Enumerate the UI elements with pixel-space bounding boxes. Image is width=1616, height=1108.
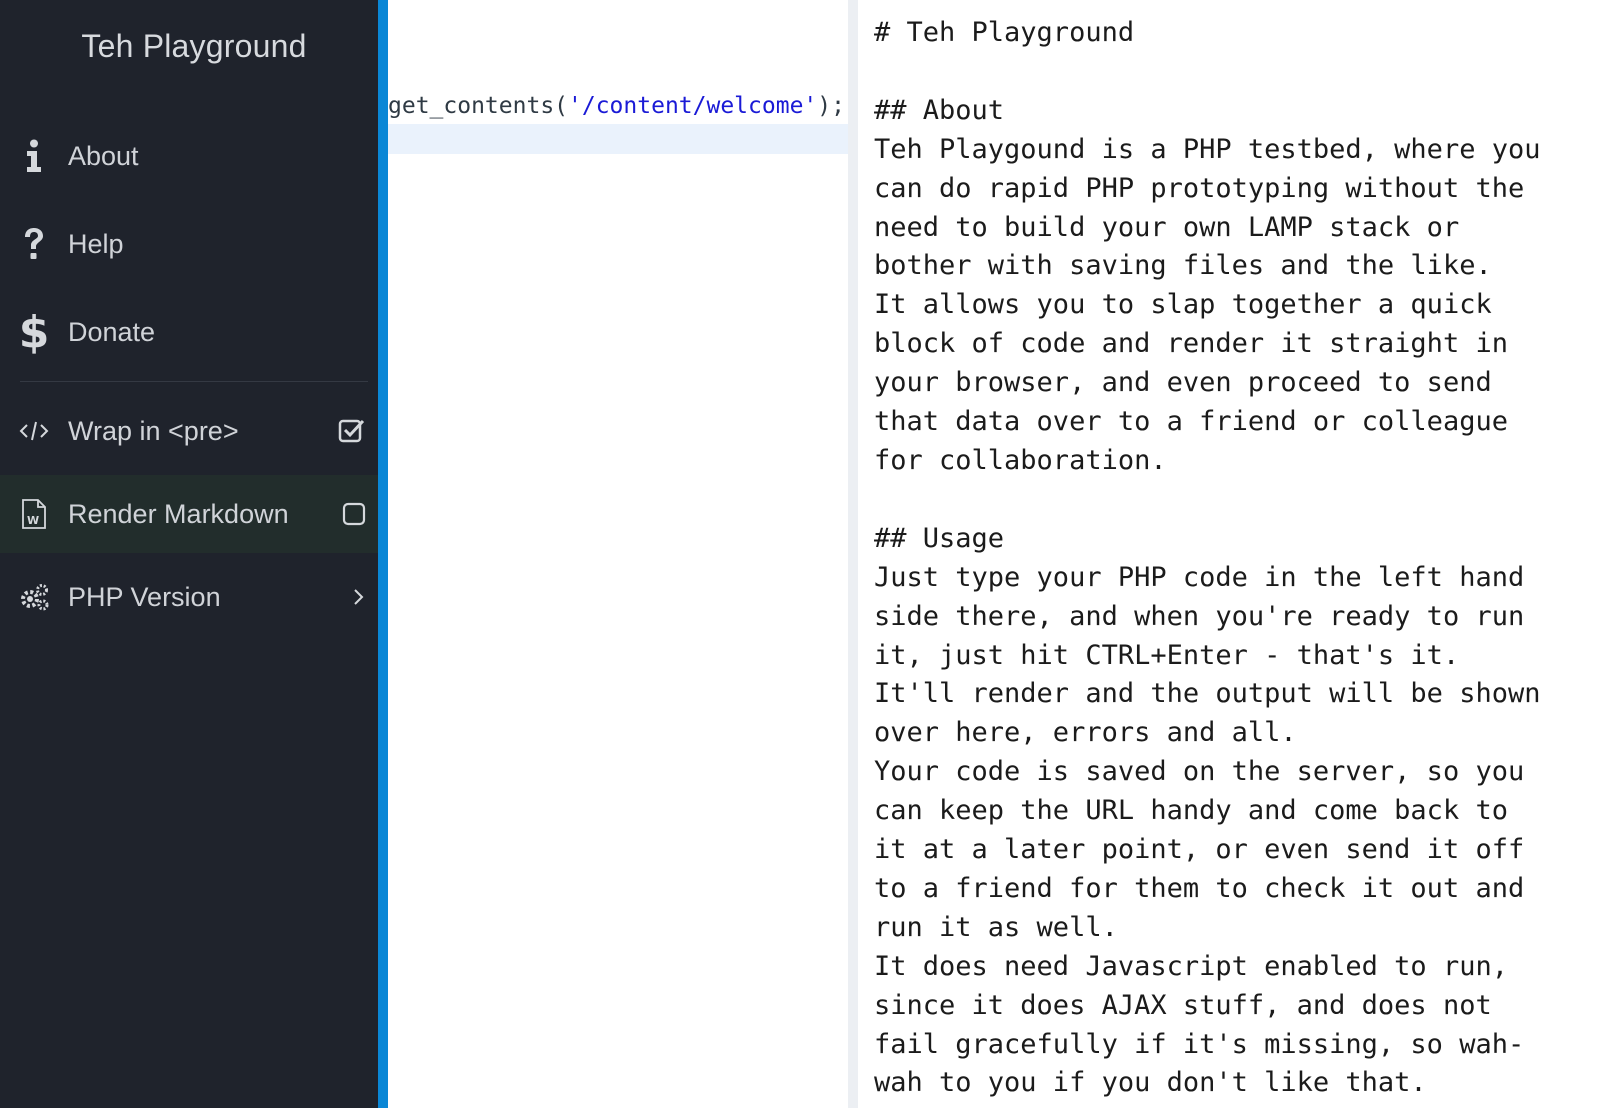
- sidebar-item-donate[interactable]: $ Donate: [0, 288, 388, 376]
- checked-checkbox-icon[interactable]: [338, 418, 366, 444]
- sidebar-item-wrap-pre[interactable]: Wrap in <pre>: [0, 387, 388, 475]
- sidebar-accent-border: [378, 0, 388, 1108]
- svg-text:W: W: [27, 514, 39, 527]
- output-text: # Teh Playground ## About Teh Playgound …: [874, 17, 1541, 1099]
- code-text: );: [817, 93, 845, 119]
- sidebar-divider: [20, 381, 368, 382]
- sidebar-item-help[interactable]: Help: [0, 200, 388, 288]
- code-string: '/content/welcome': [568, 93, 818, 119]
- sidebar: Teh Playground About Help $ Donate Wrap …: [0, 0, 388, 1108]
- sidebar-menu: About Help $ Donate Wrap in <pre> W Rend…: [0, 112, 388, 641]
- code-editor[interactable]: get_contents('/content/welcome');: [388, 0, 848, 1108]
- sidebar-item-php-version[interactable]: PHP Version: [0, 553, 388, 641]
- unchecked-checkbox-icon[interactable]: [342, 502, 366, 526]
- code-icon: [0, 420, 68, 442]
- sidebar-item-label: Help: [68, 228, 124, 259]
- active-line-highlight: [388, 124, 848, 154]
- question-icon: [0, 227, 68, 261]
- output-pane: # Teh Playground ## About Teh Playgound …: [858, 0, 1616, 1108]
- sidebar-item-label: Donate: [68, 316, 156, 347]
- info-icon: [0, 139, 68, 173]
- sidebar-item-render-markdown[interactable]: W Render Markdown: [0, 475, 388, 553]
- sidebar-item-label: PHP Version: [68, 581, 221, 612]
- gears-icon: [0, 583, 68, 611]
- sidebar-item-label: About: [68, 140, 139, 171]
- app-window: Teh Playground About Help $ Donate Wrap …: [0, 0, 1616, 1108]
- dollar-icon: $: [18, 306, 50, 358]
- chevron-right-icon: [352, 586, 366, 608]
- word-file-icon: W: [0, 499, 68, 529]
- code-line[interactable]: get_contents('/content/welcome');: [388, 88, 845, 124]
- sidebar-item-about[interactable]: About: [0, 112, 388, 200]
- code-text: get_contents(: [388, 93, 569, 119]
- pane-splitter[interactable]: [848, 0, 858, 1108]
- app-title[interactable]: Teh Playground: [0, 28, 388, 65]
- sidebar-item-label: Render Markdown: [68, 498, 289, 529]
- sidebar-item-label: Wrap in <pre>: [68, 415, 239, 446]
